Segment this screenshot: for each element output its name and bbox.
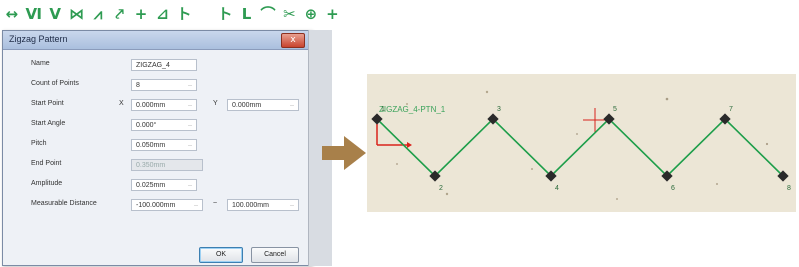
- start-angle-row: Start Angle 0.000° ‥: [3, 115, 313, 135]
- spin-icon[interactable]: ‥: [188, 82, 194, 88]
- diagonal-icon[interactable]: ⩘: [90, 5, 105, 23]
- name-value: ZIGZAG_4: [136, 62, 170, 69]
- point-label: 5: [613, 106, 617, 113]
- start-point-x-field[interactable]: 0.000mm ‥: [131, 99, 197, 111]
- zigzag-arrow-icon[interactable]: ⤤: [112, 5, 127, 23]
- measurable-distance-separator: ~: [213, 200, 218, 207]
- spin-icon[interactable]: ‥: [188, 122, 194, 128]
- spin-icon[interactable]: ‥: [188, 102, 194, 108]
- measurable-distance-label: Measurable Distance: [31, 200, 97, 207]
- cut-icon[interactable]: ✂: [282, 5, 297, 23]
- measurable-distance-max-value: 100.000mm: [232, 202, 269, 209]
- fiducial-icon[interactable]: ⊕: [303, 5, 318, 23]
- spin-icon[interactable]: ‥: [194, 202, 200, 208]
- cross-icon[interactable]: +: [133, 5, 148, 23]
- amplitude-field[interactable]: 0.025mm ‥: [131, 179, 197, 191]
- amplitude-label: Amplitude: [31, 180, 63, 187]
- start-point-y-label: Y: [213, 100, 218, 107]
- start-angle-label: Start Angle: [31, 120, 66, 127]
- start-point-x-label: X: [119, 100, 124, 107]
- dialog-titlebar: Zigzag Pattern x: [3, 31, 311, 50]
- measurable-distance-max-field[interactable]: 100.000mm ‥: [227, 199, 299, 211]
- count-of-points-label: Count of Points: [31, 80, 79, 87]
- start-point-label: Start Point: [31, 100, 64, 107]
- zigzag-down-icon[interactable]: V: [47, 5, 62, 23]
- corner-icon[interactable]: L: [239, 5, 254, 23]
- end-point-value: 0.350mm: [136, 162, 166, 169]
- amplitude-value: 0.025mm: [136, 182, 166, 189]
- pitch-field[interactable]: 0.050mm ‥: [131, 139, 197, 151]
- point-label: 7: [729, 106, 733, 113]
- name-field[interactable]: ZIGZAG_4: [131, 59, 197, 71]
- pattern-name-label: ZIGZAG_4-PTN_1: [379, 105, 446, 114]
- start-angle-field[interactable]: 0.000° ‥: [131, 119, 197, 131]
- point-label: 1: [381, 106, 385, 113]
- point-label: 8: [787, 185, 791, 192]
- point-label: 2: [439, 185, 443, 192]
- zigzag-pattern-dialog: Zigzag Pattern x Name ZIGZAG_4 Count of …: [2, 30, 312, 266]
- measurable-distance-min-value: -100.000mm: [136, 202, 176, 209]
- transition-arrow: [322, 136, 366, 174]
- spin-icon[interactable]: ‥: [188, 182, 194, 188]
- count-of-points-field[interactable]: 8 ‥: [131, 79, 197, 91]
- spin-icon[interactable]: ‥: [290, 102, 296, 108]
- spline-icon[interactable]: ⌒: [260, 5, 275, 23]
- count-of-points-value: 8: [136, 82, 140, 89]
- dialog-title: Zigzag Pattern: [9, 34, 68, 44]
- start-point-row: Start Point X 0.000mm ‥ Y 0.000mm ‥: [3, 95, 313, 115]
- line-arrow-icon[interactable]: ↔: [4, 5, 19, 23]
- end-point-label: End Point: [31, 160, 62, 167]
- ruler-icon[interactable]: ⊿: [155, 5, 170, 23]
- zigzag-icon[interactable]: Ⅵ: [25, 5, 42, 23]
- name-row: Name ZIGZAG_4: [3, 55, 313, 75]
- point-label: 3: [497, 106, 501, 113]
- pitch-label: Pitch: [31, 140, 47, 147]
- zigzag-line: [376, 117, 785, 178]
- ok-button[interactable]: OK: [199, 247, 243, 263]
- pitch-value: 0.050mm: [136, 142, 166, 149]
- pattern-preview: ZIGZAG_4-PTN_1 1 2 3 4 5 6 7 8: [367, 74, 796, 212]
- point-label: 6: [671, 185, 675, 192]
- measurable-distance-min-field[interactable]: -100.000mm ‥: [131, 199, 203, 211]
- spin-icon[interactable]: ‥: [188, 142, 194, 148]
- close-button[interactable]: x: [281, 33, 305, 48]
- end-point-field: 0.350mm: [131, 159, 203, 171]
- cancel-button[interactable]: Cancel: [251, 247, 299, 263]
- measurable-distance-row: Measurable Distance -100.000mm ‥ ~ 100.00…: [3, 195, 313, 215]
- start-point-y-value: 0.000mm: [232, 102, 262, 109]
- end-point-row: End Point 0.350mm: [3, 155, 313, 175]
- step-two-icon[interactable]: ト: [217, 5, 233, 23]
- start-point-x-value: 0.000mm: [136, 102, 166, 109]
- line-plus-icon[interactable]: +: [325, 5, 340, 23]
- preview-canvas: ZIGZAG_4-PTN_1 1 2 3 4 5 6 7 8: [371, 90, 791, 200]
- name-label: Name: [31, 60, 50, 67]
- toolbar: ↔ Ⅵ V ⋈ ⩘ ⤤ + ⊿ トト L ⌒ ✂ ⊕ +: [0, 0, 340, 28]
- bowtie-icon[interactable]: ⋈: [69, 5, 84, 23]
- origin-axes: [376, 108, 607, 148]
- count-of-points-row: Count of Points 8 ‥: [3, 75, 313, 95]
- pitch-row: Pitch 0.050mm ‥: [3, 135, 313, 155]
- close-icon: x: [290, 35, 296, 45]
- spin-icon[interactable]: ‥: [290, 202, 296, 208]
- point-label: 4: [555, 185, 559, 192]
- start-angle-value: 0.000°: [136, 122, 157, 129]
- amplitude-row: Amplitude 0.025mm ‥: [3, 175, 313, 195]
- step-icon[interactable]: ト: [176, 5, 192, 23]
- right-arrow-icon: [322, 136, 366, 170]
- start-point-y-field[interactable]: 0.000mm ‥: [227, 99, 299, 111]
